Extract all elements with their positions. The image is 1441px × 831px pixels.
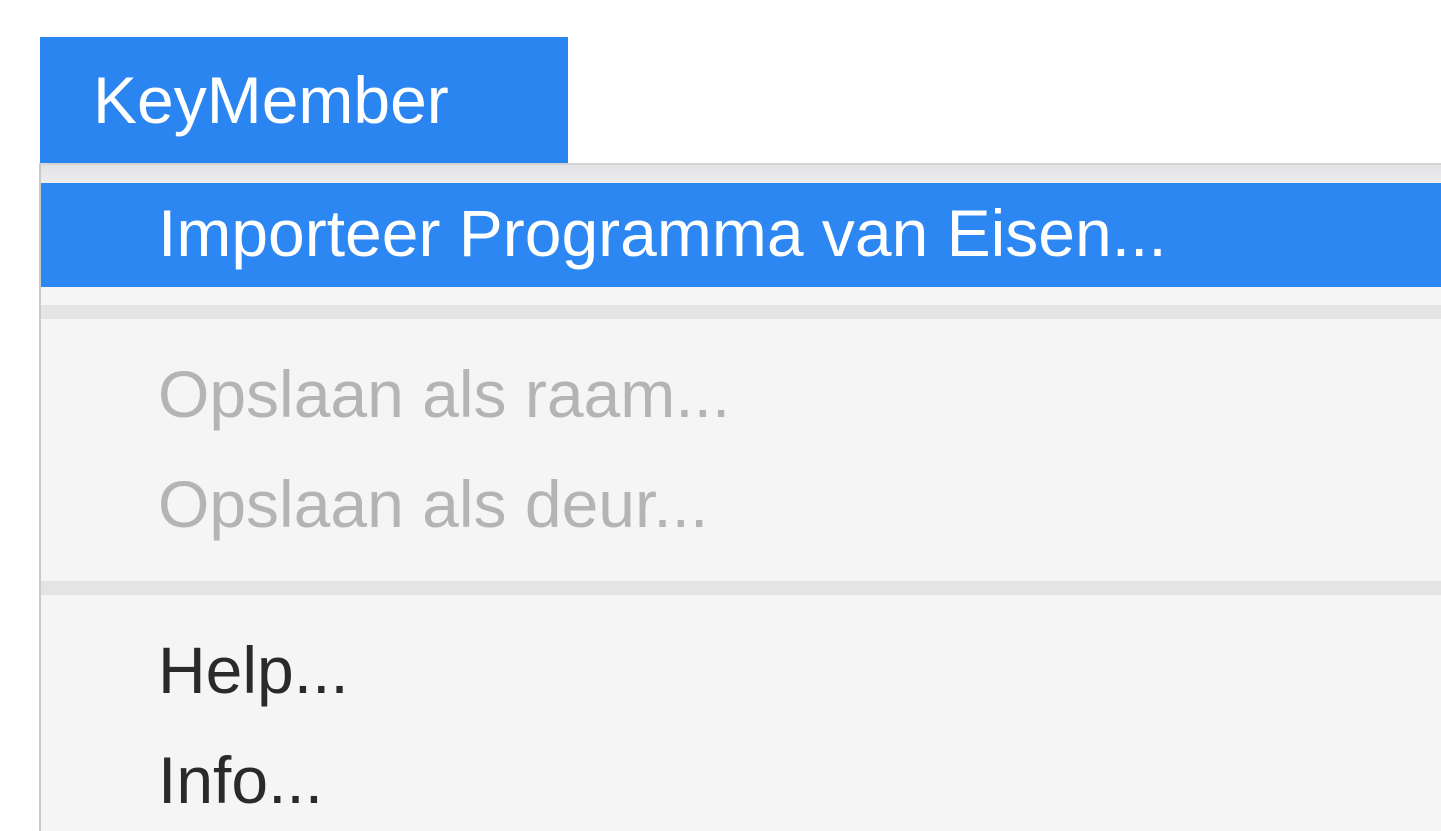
menu-separator	[41, 581, 1441, 595]
menu-item-help[interactable]: Help...	[41, 637, 1441, 747]
separator-container	[41, 287, 1441, 361]
menu-separator	[41, 305, 1441, 319]
menu-top-padding	[41, 165, 1441, 183]
dropdown-menu: Importeer Programma van Eisen... Opslaan…	[39, 163, 1441, 831]
screen: KeyMember Importeer Programma van Eisen.…	[0, 0, 1441, 831]
app-menu-title-keymember[interactable]: KeyMember	[40, 37, 568, 164]
separator-container	[41, 551, 1441, 637]
menu-item-opslaan-als-raam: Opslaan als raam...	[158, 357, 731, 431]
menu-item-importeer-programma-van-eisen[interactable]: Importeer Programma van Eisen...	[41, 183, 1441, 287]
menu-item-info[interactable]: Info...	[41, 747, 1441, 831]
menu-item-opslaan-als-deur: Opslaan als deur...	[158, 467, 709, 541]
